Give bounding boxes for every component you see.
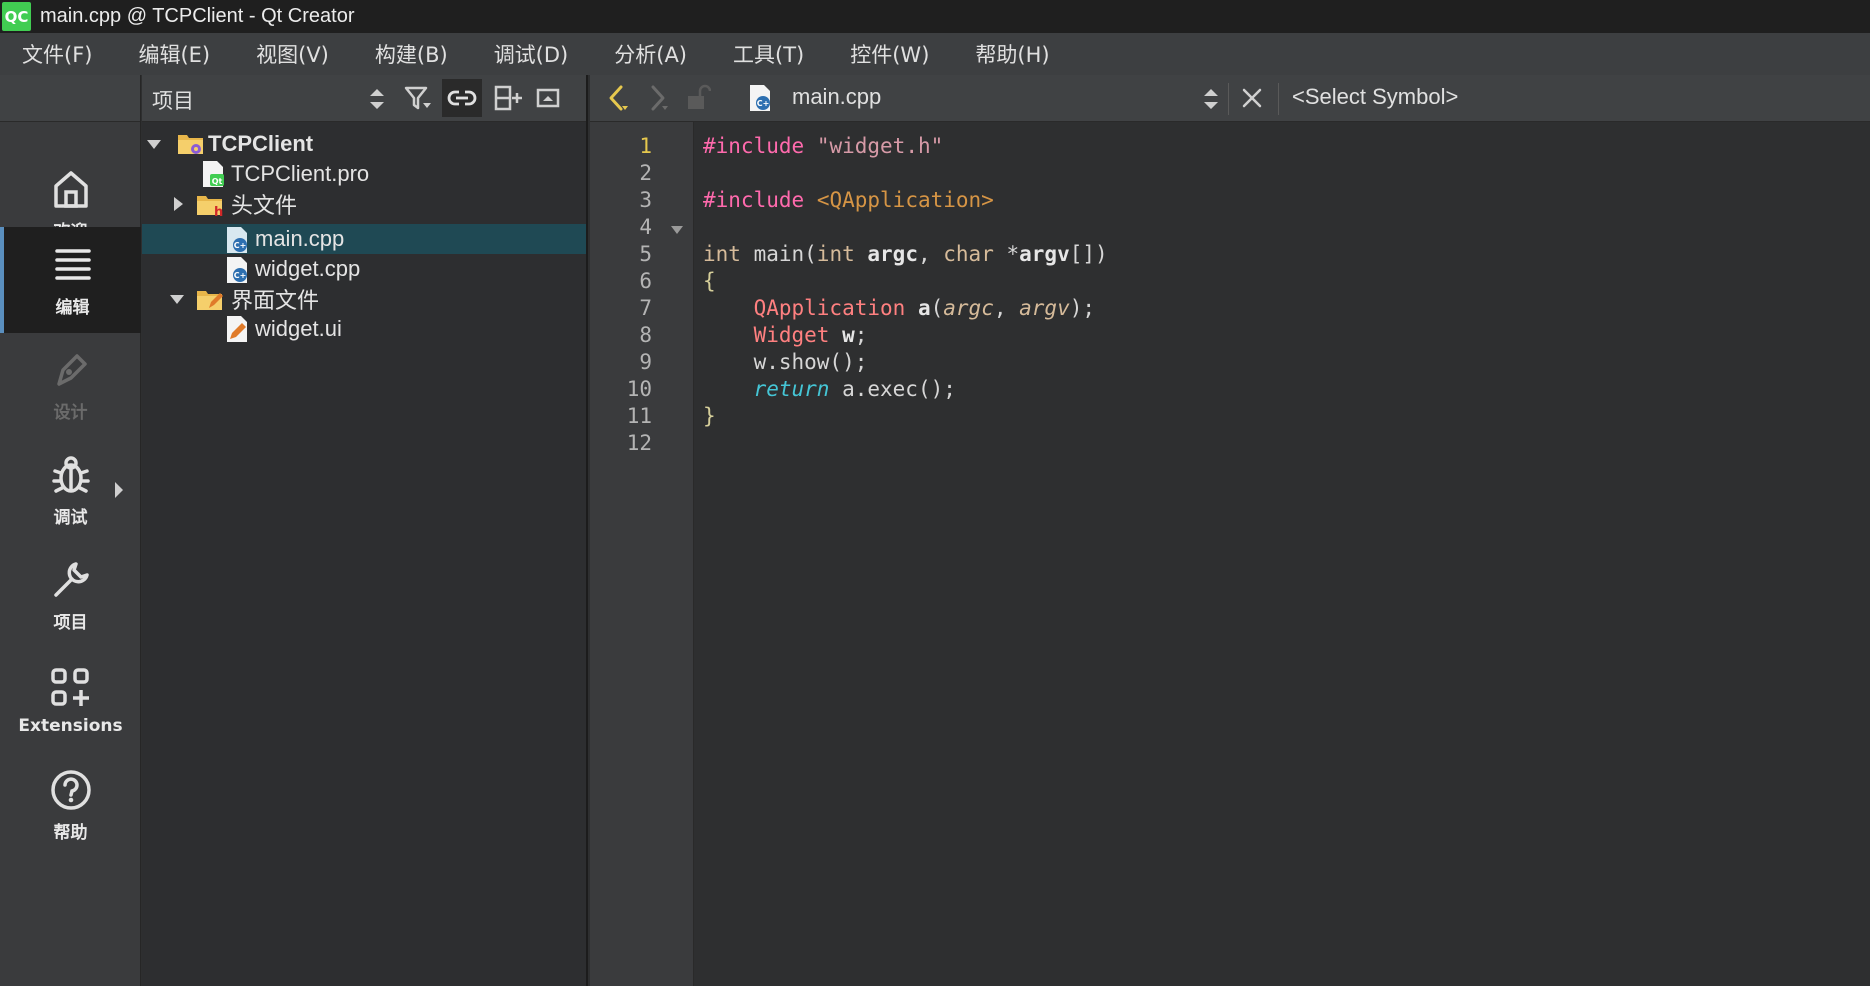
lock-icon[interactable] bbox=[678, 79, 718, 117]
line-number: 4 bbox=[639, 215, 652, 239]
extensions-icon bbox=[49, 666, 93, 710]
line-number: 9 bbox=[639, 350, 652, 374]
line-number: 10 bbox=[626, 377, 652, 401]
expand-arrow-icon[interactable] bbox=[174, 197, 183, 211]
line-number: 2 bbox=[639, 161, 652, 185]
line-number: 8 bbox=[639, 323, 652, 347]
expand-arrow-icon[interactable] bbox=[170, 295, 184, 304]
mode-label-projects: 项目 bbox=[53, 613, 88, 633]
line-number: 11 bbox=[626, 404, 652, 428]
line-number: 12 bbox=[626, 431, 652, 455]
menu-tools[interactable]: 工具(T) bbox=[725, 35, 812, 73]
ui-file-icon bbox=[222, 314, 252, 344]
tree-label: TCPClient bbox=[208, 131, 314, 156]
line-number: 5 bbox=[639, 242, 652, 266]
mode-label-extensions: Extensions bbox=[18, 715, 123, 736]
editor-toolbar: C+ main.cpp <Select Symbol> bbox=[590, 75, 1870, 122]
svg-text:C+: C+ bbox=[757, 99, 770, 108]
expand-arrow-icon[interactable] bbox=[147, 140, 161, 149]
menu-analyze[interactable]: 分析(A) bbox=[606, 35, 695, 73]
code-line-9: w.show(); bbox=[753, 350, 868, 374]
code-line-7: QApplication a(argc, argv); bbox=[753, 296, 1096, 320]
tree-label: main.cpp bbox=[255, 226, 345, 251]
code-editor[interactable]: #include "widget.h" #include <QApplicati… bbox=[695, 122, 1870, 986]
svg-text:Qt: Qt bbox=[212, 177, 223, 186]
menu-build[interactable]: 构建(B) bbox=[367, 35, 456, 73]
menu-help[interactable]: 帮助(H) bbox=[967, 35, 1057, 73]
line-number: 1 bbox=[639, 134, 652, 158]
svg-text:C+: C+ bbox=[234, 271, 247, 280]
cpp-file-icon: C+ bbox=[740, 79, 780, 117]
code-line-6: { bbox=[703, 269, 716, 293]
code-line-11: } bbox=[703, 404, 716, 428]
mode-label-debug: 调试 bbox=[53, 508, 88, 528]
home-icon bbox=[49, 167, 93, 211]
forward-arrow-icon[interactable] bbox=[638, 79, 678, 117]
menu-file[interactable]: 文件(F) bbox=[14, 35, 100, 73]
tree-item-main-cpp[interactable]: C+ main.cpp bbox=[142, 224, 586, 254]
bug-icon bbox=[49, 453, 93, 497]
tree-item-widget-cpp[interactable]: C+ widget.cpp bbox=[142, 254, 586, 284]
cpp-file-icon: C+ bbox=[222, 255, 252, 285]
forms-folder-icon bbox=[195, 284, 225, 314]
code-line-10: return a.exec(); bbox=[753, 377, 956, 401]
tree-label: TCPClient.pro bbox=[231, 161, 370, 186]
code-line-5: int main(int argc, char *argv[]) bbox=[703, 242, 1108, 266]
mode-design[interactable]: 设计 bbox=[0, 333, 141, 438]
mode-projects[interactable]: 项目 bbox=[0, 543, 141, 648]
document-updown-icon[interactable] bbox=[1202, 86, 1220, 112]
menu-edit[interactable]: 编辑(E) bbox=[130, 35, 218, 73]
qt-pro-file-icon: Qt bbox=[198, 159, 228, 189]
mode-edit[interactable]: 编辑 bbox=[0, 227, 141, 333]
tree-item-widget-ui[interactable]: widget.ui bbox=[142, 314, 586, 344]
project-toolbar: 项目 bbox=[142, 75, 586, 122]
menu-widgets[interactable]: 控件(W) bbox=[842, 35, 937, 73]
fold-marker-icon[interactable] bbox=[671, 226, 683, 234]
mode-label-edit: 编辑 bbox=[55, 297, 90, 318]
symbol-selector[interactable]: <Select Symbol> bbox=[1292, 84, 1458, 110]
mode-selector: 欢迎 编辑 设计 调试 项目 Extensions 帮 bbox=[0, 75, 141, 986]
tree-label: 界面文件 bbox=[231, 288, 320, 313]
title-bar: QC main.cpp @ TCPClient - Qt Creator bbox=[0, 0, 1870, 33]
mode-label-design: 设计 bbox=[53, 403, 88, 423]
header-folder-icon: h bbox=[195, 189, 225, 220]
tree-item-forms[interactable]: 界面文件 bbox=[142, 284, 586, 314]
tree-label: widget.ui bbox=[255, 316, 342, 341]
cpp-file-icon: C+ bbox=[222, 225, 252, 255]
mode-label-help: 帮助 bbox=[53, 823, 88, 843]
line-number-gutter: 1 2 3 4 5 6 7 8 9 10 11 12 bbox=[590, 122, 694, 986]
mode-extensions[interactable]: Extensions bbox=[0, 648, 141, 753]
tree-label: widget.cpp bbox=[255, 256, 361, 281]
mode-debug[interactable]: 调试 bbox=[0, 438, 141, 543]
pen-icon bbox=[49, 348, 93, 392]
svg-text:C+: C+ bbox=[234, 241, 247, 250]
mode-help[interactable]: 帮助 bbox=[0, 753, 141, 858]
wrench-icon bbox=[49, 558, 93, 602]
debug-menu-arrow-icon[interactable] bbox=[115, 482, 123, 498]
qt-creator-logo-icon: QC bbox=[2, 2, 31, 31]
code-line-1: #include "widget.h" bbox=[703, 134, 944, 158]
project-pane: 项目 TCPClient Qt TCPClient.pro h 头文件 C+ m… bbox=[142, 75, 588, 986]
sync-link-icon[interactable] bbox=[442, 79, 482, 117]
view-selector-updown-icon[interactable] bbox=[368, 86, 386, 112]
open-document-selector[interactable]: main.cpp bbox=[792, 84, 881, 110]
menu-view[interactable]: 视图(V) bbox=[248, 35, 337, 73]
window-title: main.cpp @ TCPClient - Qt Creator bbox=[40, 5, 355, 27]
help-icon bbox=[49, 768, 93, 812]
project-folder-icon bbox=[176, 128, 206, 158]
filter-icon[interactable] bbox=[398, 79, 438, 117]
line-number: 3 bbox=[639, 188, 652, 212]
split-icon[interactable] bbox=[488, 79, 528, 117]
back-arrow-icon[interactable] bbox=[598, 79, 638, 117]
project-view-selector[interactable]: 项目 bbox=[152, 85, 194, 115]
close-pane-icon[interactable] bbox=[528, 79, 568, 117]
close-document-icon[interactable] bbox=[1232, 79, 1272, 117]
edit-lines-icon bbox=[51, 243, 95, 287]
code-line-3: #include <QApplication> bbox=[703, 188, 994, 212]
menu-bar: 文件(F) 编辑(E) 视图(V) 构建(B) 调试(D) 分析(A) 工具(T… bbox=[0, 33, 1870, 75]
line-number: 6 bbox=[639, 269, 652, 293]
code-line-8: Widget w; bbox=[753, 323, 868, 347]
line-number: 7 bbox=[639, 296, 652, 320]
menu-debug[interactable]: 调试(D) bbox=[486, 35, 577, 73]
